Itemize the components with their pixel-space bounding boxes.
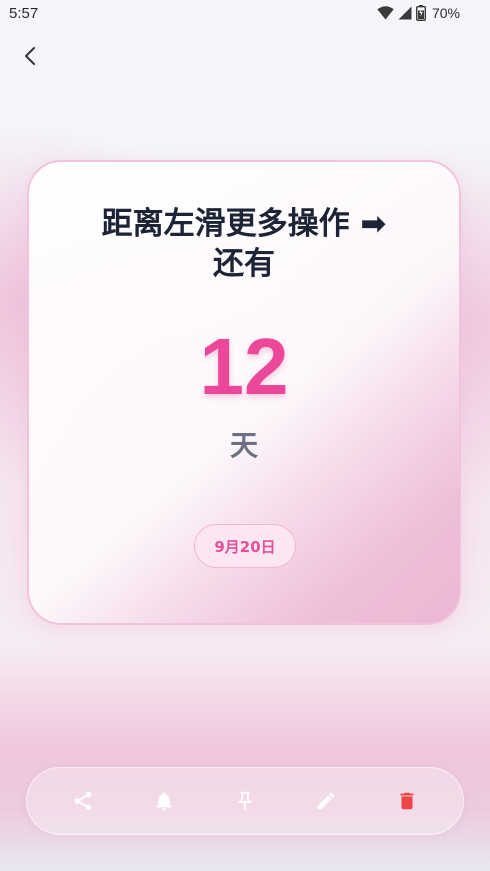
signal-icon bbox=[398, 6, 412, 20]
chevron-left-icon bbox=[25, 47, 35, 65]
reminder-button[interactable] bbox=[148, 785, 180, 817]
countdown-card[interactable]: 距离左滑更多操作 ➡ 还有 12 天 9月20日 bbox=[27, 160, 461, 625]
status-icons: 70% bbox=[377, 5, 460, 21]
back-button[interactable] bbox=[14, 40, 46, 72]
pin-icon bbox=[238, 791, 252, 811]
card-title-line2: 还有 bbox=[213, 246, 275, 282]
unit-label: 天 bbox=[229, 429, 258, 462]
battery-icon bbox=[415, 5, 426, 21]
pin-button[interactable] bbox=[229, 785, 261, 817]
status-time: 5:57 bbox=[9, 5, 39, 22]
bell-icon bbox=[156, 792, 172, 811]
edit-button[interactable] bbox=[310, 785, 342, 817]
battery-percent: 70% bbox=[431, 5, 460, 21]
share-button[interactable] bbox=[67, 785, 99, 817]
card-title-line1: 距离左滑更多操作 ➡ bbox=[101, 206, 387, 242]
delete-button[interactable] bbox=[391, 785, 423, 817]
wifi-icon bbox=[377, 6, 394, 20]
date-badge: 9月20日 bbox=[194, 524, 296, 568]
action-bar bbox=[26, 767, 464, 835]
share-icon bbox=[74, 791, 92, 811]
days-remaining: 12 bbox=[199, 322, 289, 411]
status-bar: 5:57 70% bbox=[0, 0, 490, 28]
pencil-icon bbox=[317, 792, 335, 810]
trash-icon bbox=[400, 792, 414, 810]
card-title: 距离左滑更多操作 ➡ 还有 bbox=[29, 204, 459, 284]
